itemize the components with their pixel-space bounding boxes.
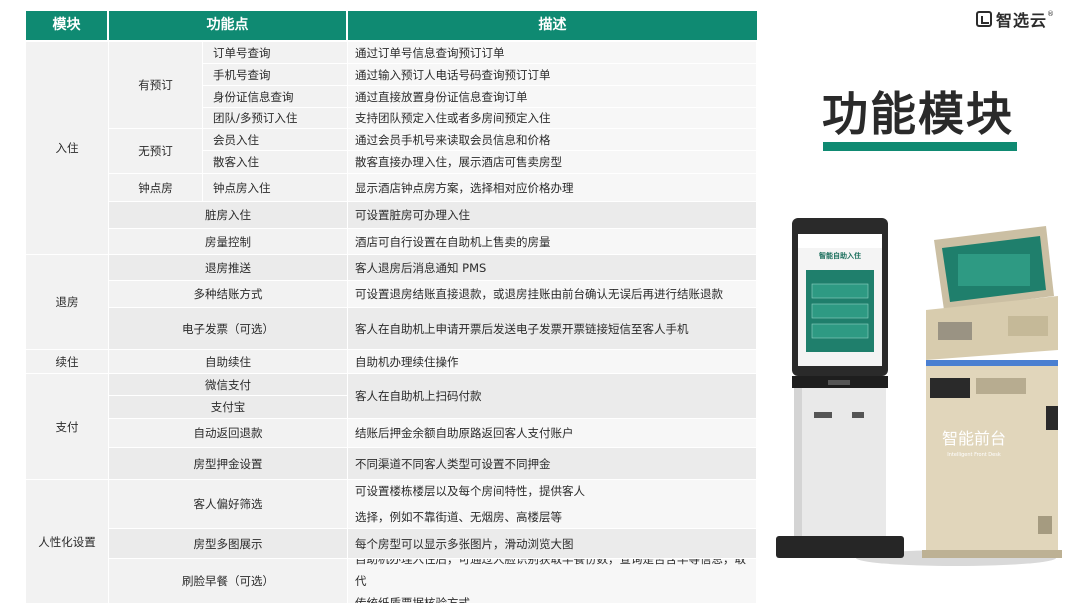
function-self-renew: 自助续住 [109,350,348,374]
function-e-invoice: 电子发票（可选） [109,308,348,350]
function-room-gallery: 房型多图展示 [109,529,348,559]
registered-mark: ® [1047,10,1055,18]
desc-face-breakfast: 自助机办理入住后，可通过人脸识别获取早餐份数，查询是否含早等信息，取代 传统纸质… [348,559,757,604]
module-payment: 支付 [26,374,109,480]
desc-phone-query: 通过输入预订人电话号码查询预订订单 [348,64,757,86]
logo-text: 智选云 [996,11,1048,30]
function-order-query: 订单号查询 [203,42,348,64]
function-hourly-checkin: 钟点房入住 [203,174,348,202]
header-description: 描述 [348,11,757,41]
function-member-checkin: 会员入住 [203,129,348,151]
desc-hourly-checkin: 显示酒店钟点房方案，选择相对应价格办理 [348,174,757,202]
desc-face-line2: 传统纸质票据核验方式 [355,596,470,604]
desc-id-query: 通过直接放置身份证信息查询订单 [348,86,757,108]
function-table: 模块 功能点 描述 入住 退房 续住 支付 人性化设置 有预订 无预订 钟点房 … [26,11,757,604]
desc-scan-pay: 客人在自助机上扫码付款 [348,374,757,419]
desc-settlement-methods: 可设置退房结账直接退款，或退房挂账由前台确认无误后再进行结账退款 [348,281,757,308]
screen-title: 智能自助入住 [819,251,861,260]
function-group-checkin: 团队/多预订入住 [203,108,348,129]
function-phone-query: 手机号查询 [203,64,348,86]
module-checkout: 退房 [26,255,109,350]
function-deposit-setting: 房型押金设置 [109,448,348,480]
function-face-breakfast: 刷脸早餐（可选） [109,559,348,604]
title-underline [823,142,1017,151]
desc-member-checkin: 通过会员手机号来读取会员信息和价格 [348,129,757,151]
function-preference-filter: 客人偏好筛选 [109,480,348,529]
desc-walkin-checkin: 散客直接办理入住，展示酒店可售卖房型 [348,151,757,174]
machine-label: 智能前台 [942,429,1006,448]
desc-order-query: 通过订单号信息查询预订订单 [348,42,757,64]
desc-checkout-push: 客人退房后消息通知 PMS [348,255,757,281]
module-personal: 人性化设置 [26,480,109,604]
right-kiosk: 智能前台 Intelligent Front Desk [922,226,1062,558]
machine-sublabel: Intelligent Front Desk [947,452,1001,458]
header-function: 功能点 [109,11,348,41]
left-kiosk: 智能自助入住 [776,218,904,558]
desc-room-gallery: 每个房型可以显示多张图片，滑动浏览大图 [348,529,757,559]
module-checkin: 入住 [26,42,109,255]
function-wechat-pay: 微信支付 [109,374,348,396]
desc-group-checkin: 支持团队预定入住或者多房间预定入住 [348,108,757,129]
subgroup-hourly: 钟点房 [109,174,203,202]
page-title: 功能模块 [822,87,1014,141]
header-module: 模块 [26,11,109,41]
kiosk-illustration: 智能自助入住 智能前台 Intelligent Front Desk [776,218,1062,566]
function-walkin-checkin: 散客入住 [203,151,348,174]
logo-icon [976,11,992,27]
function-checkout-push: 退房推送 [109,255,348,281]
brand-logo: 智选云 ® [976,8,1054,30]
desc-auto-refund: 结账后押金余额自助原路返回客人支付账户 [348,419,757,448]
desc-preference-filter: 可设置楼栋楼层以及每个房间特性，提供客人 选择，例如不靠街道、无烟房、高楼层等 [348,480,757,529]
function-auto-refund: 自动返回退款 [109,419,348,448]
desc-dirty-room: 可设置脏房可办理入住 [348,202,757,229]
desc-preference-line1: 可设置楼栋楼层以及每个房间特性，提供客人 [355,484,585,498]
function-id-query: 身份证信息查询 [203,86,348,108]
module-renew: 续住 [26,350,109,374]
desc-deposit-setting: 不同渠道不同客人类型可设置不同押金 [348,448,757,480]
desc-face-line1: 自助机办理入住后，可通过人脸识别获取早餐份数，查询是否含早等信息，取代 [355,559,746,588]
function-settlement-methods: 多种结账方式 [109,281,348,308]
function-room-control: 房量控制 [109,229,348,255]
subgroup-unreserved: 无预订 [109,129,203,174]
subgroup-reserved: 有预订 [109,42,203,129]
desc-e-invoice: 客人在自助机上申请开票后发送电子发票开票链接短信至客人手机 [348,308,757,350]
desc-room-control: 酒店可自行设置在自助机上售卖的房量 [348,229,757,255]
desc-preference-line2: 选择，例如不靠街道、无烟房、高楼层等 [355,510,562,524]
desc-self-renew: 自助机办理续住操作 [348,350,757,374]
function-dirty-room: 脏房入住 [109,202,348,229]
function-alipay: 支付宝 [109,396,348,419]
